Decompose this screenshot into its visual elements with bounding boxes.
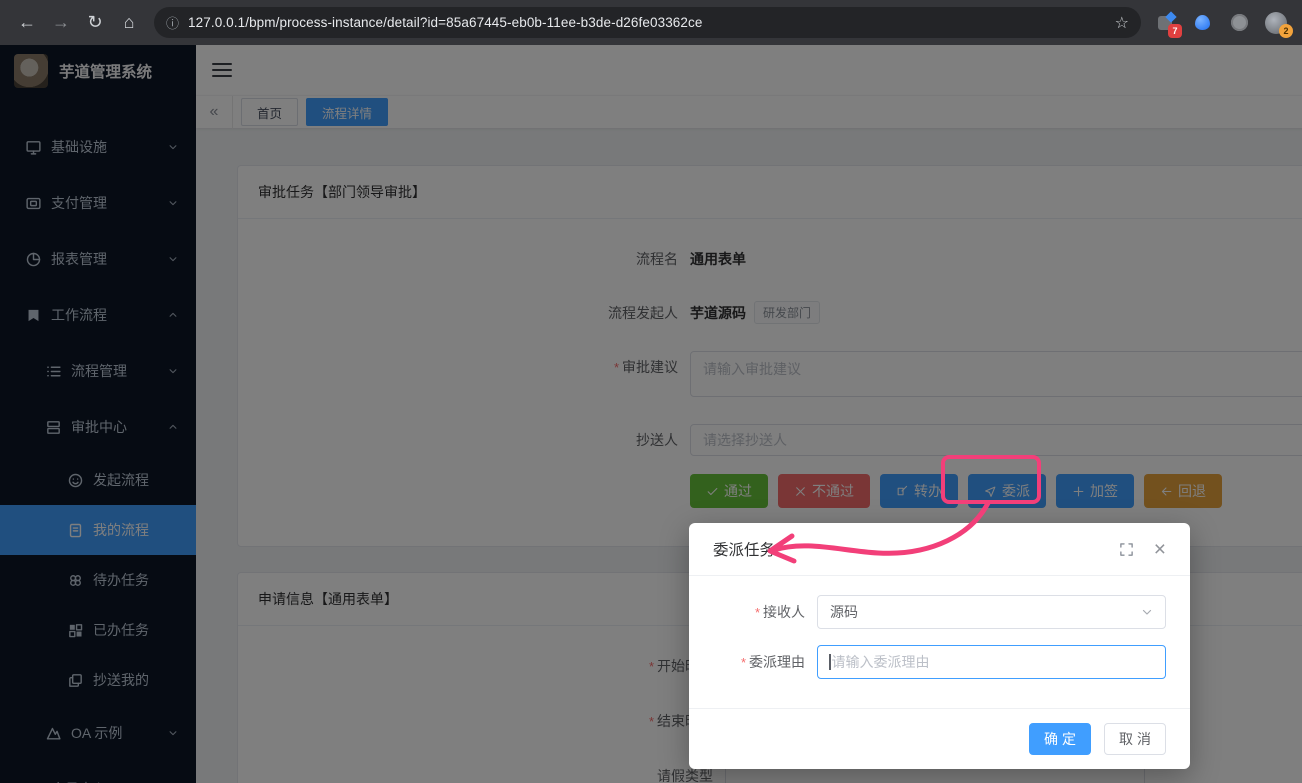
screen: ← → ↻ ⌂ ⓘ 127.0.0.1/bpm/process-instance… (0, 0, 1302, 783)
reason-input-wrap (817, 645, 1166, 679)
reason-label: *委派理由 (713, 652, 805, 672)
profile-badge: 2 (1279, 24, 1293, 38)
cancel-button[interactable]: 取消 (1104, 723, 1166, 755)
browser-reload-icon[interactable]: ↻ (78, 6, 112, 40)
receiver-value: 源码 (830, 602, 1141, 622)
extension-devtools-icon[interactable]: 7 (1153, 11, 1177, 35)
extensions-tray: 7 2 (1153, 11, 1292, 35)
close-icon[interactable]: × (1154, 539, 1166, 560)
browser-forward-icon[interactable]: → (44, 6, 78, 40)
reason-input[interactable] (832, 654, 1155, 670)
url-text[interactable]: 127.0.0.1/bpm/process-instance/detail?id… (188, 15, 1107, 30)
text-caret (829, 654, 831, 670)
site-info-icon[interactable]: ⓘ (166, 13, 179, 32)
extension-globe-icon[interactable] (1227, 11, 1251, 35)
confirm-button[interactable]: 确定 (1029, 723, 1091, 755)
browser-home-icon[interactable]: ⌂ (112, 6, 146, 40)
bookmark-star-icon[interactable]: ☆ (1115, 13, 1129, 33)
receiver-label: *接收人 (713, 602, 805, 622)
required-asterisk: * (741, 655, 746, 670)
dialog-footer: 确定 取消 (689, 708, 1190, 769)
chevron-down-icon (1141, 606, 1153, 618)
fullscreen-icon[interactable] (1119, 542, 1134, 557)
browser-profile-avatar[interactable]: 2 (1264, 11, 1288, 35)
receiver-select[interactable]: 源码 (817, 595, 1166, 629)
extension-badge: 7 (1168, 24, 1182, 38)
browser-back-icon[interactable]: ← (10, 6, 44, 40)
address-bar[interactable]: ⓘ 127.0.0.1/bpm/process-instance/detail?… (154, 7, 1141, 38)
extension-balloon-icon[interactable] (1190, 11, 1214, 35)
annotation-arrow (700, 480, 1020, 575)
dialog-body: *接收人 源码 *委派理由 (689, 576, 1190, 679)
required-asterisk: * (755, 605, 760, 620)
browser-toolbar: ← → ↻ ⌂ ⓘ 127.0.0.1/bpm/process-instance… (0, 0, 1302, 45)
